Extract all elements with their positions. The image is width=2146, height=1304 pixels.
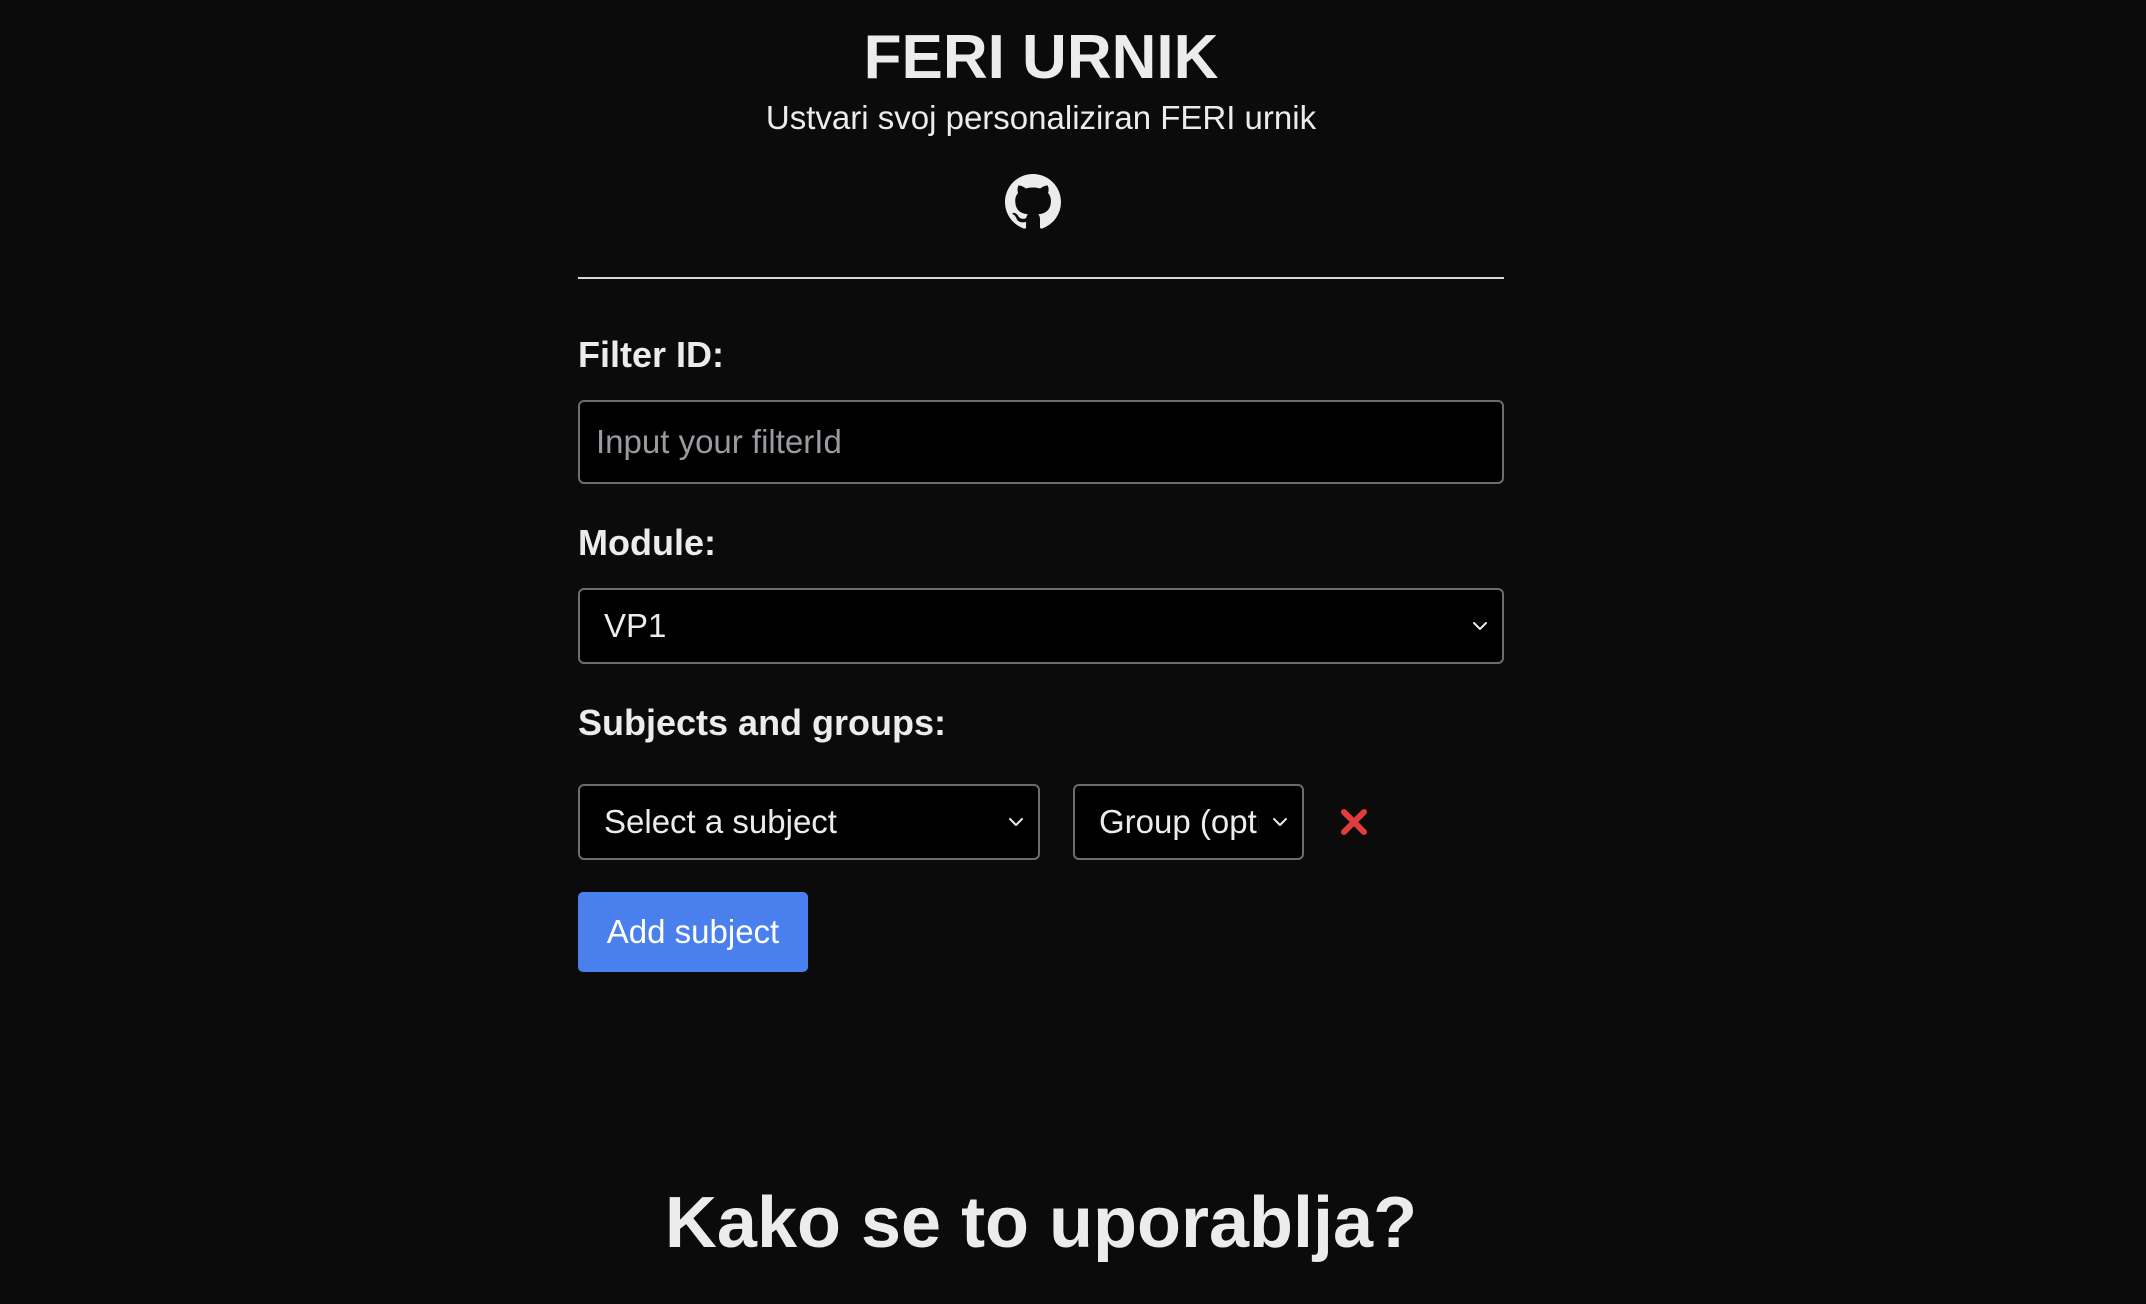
page: FERI URNIK Ustvari svoj personaliziran F… xyxy=(0,0,2146,1304)
filter-id-input[interactable] xyxy=(578,400,1504,484)
subject-select-value: Select a subject xyxy=(604,803,837,840)
filter-id-label: Filter ID: xyxy=(578,334,725,375)
remove-subject-close-icon[interactable] xyxy=(1337,805,1371,839)
chevron-down-icon xyxy=(1273,818,1287,826)
subjects-groups-label: Subjects and groups: xyxy=(578,702,947,743)
group-select[interactable]: Group (opti xyxy=(1073,784,1304,860)
header-divider xyxy=(578,277,1504,279)
page-subtitle: Ustvari svoj personaliziran FERI urnik xyxy=(765,99,1317,136)
module-select[interactable]: VP1 xyxy=(578,588,1504,664)
github-icon[interactable] xyxy=(1005,174,1061,230)
page-title: FERI URNIK xyxy=(863,23,1219,92)
group-select-value: Group (opti xyxy=(1099,803,1259,840)
howto-heading: Kako se to uporablja? xyxy=(664,1183,1418,1263)
chevron-down-icon xyxy=(1009,818,1023,826)
chevron-down-icon xyxy=(1473,622,1487,630)
add-subject-button[interactable]: Add subject xyxy=(578,892,808,972)
subject-select[interactable]: Select a subject xyxy=(578,784,1040,860)
module-label: Module: xyxy=(578,522,716,563)
module-select-value: VP1 xyxy=(604,607,667,644)
